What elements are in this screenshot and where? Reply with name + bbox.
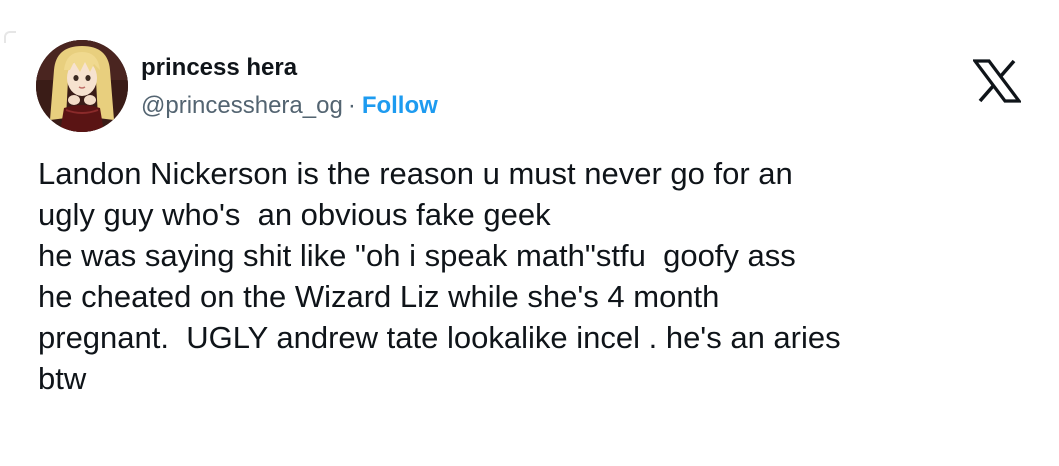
avatar[interactable] bbox=[36, 40, 128, 132]
separator-dot: · bbox=[347, 92, 356, 119]
author-handle-row: @princesshera_og · Follow bbox=[141, 91, 438, 121]
tweet-line: ugly guy who's an obvious fake geek bbox=[38, 197, 551, 232]
anime-girl-avatar-icon bbox=[36, 40, 128, 132]
tweet-line: btw bbox=[38, 361, 87, 396]
author-display-name[interactable]: princess hera bbox=[141, 54, 297, 82]
tweet-line: pregnant. UGLY andrew tate lookalike inc… bbox=[38, 320, 841, 355]
author-handle[interactable]: @princesshera_og bbox=[141, 92, 343, 119]
tweet-text: Landon Nickerson is the reason u must ne… bbox=[38, 153, 1023, 399]
tweet-line: Landon Nickerson is the reason u must ne… bbox=[38, 156, 793, 191]
x-logo-icon[interactable] bbox=[971, 59, 1023, 103]
follow-button[interactable]: Follow bbox=[362, 92, 438, 119]
tweet-line: he was saying shit like "oh i speak math… bbox=[38, 238, 796, 273]
tweet-line: he cheated on the Wizard Liz while she's… bbox=[38, 279, 720, 314]
tweet-card: princess hera @princesshera_og · Follow La… bbox=[0, 0, 1059, 466]
corner-decoration bbox=[4, 31, 16, 43]
